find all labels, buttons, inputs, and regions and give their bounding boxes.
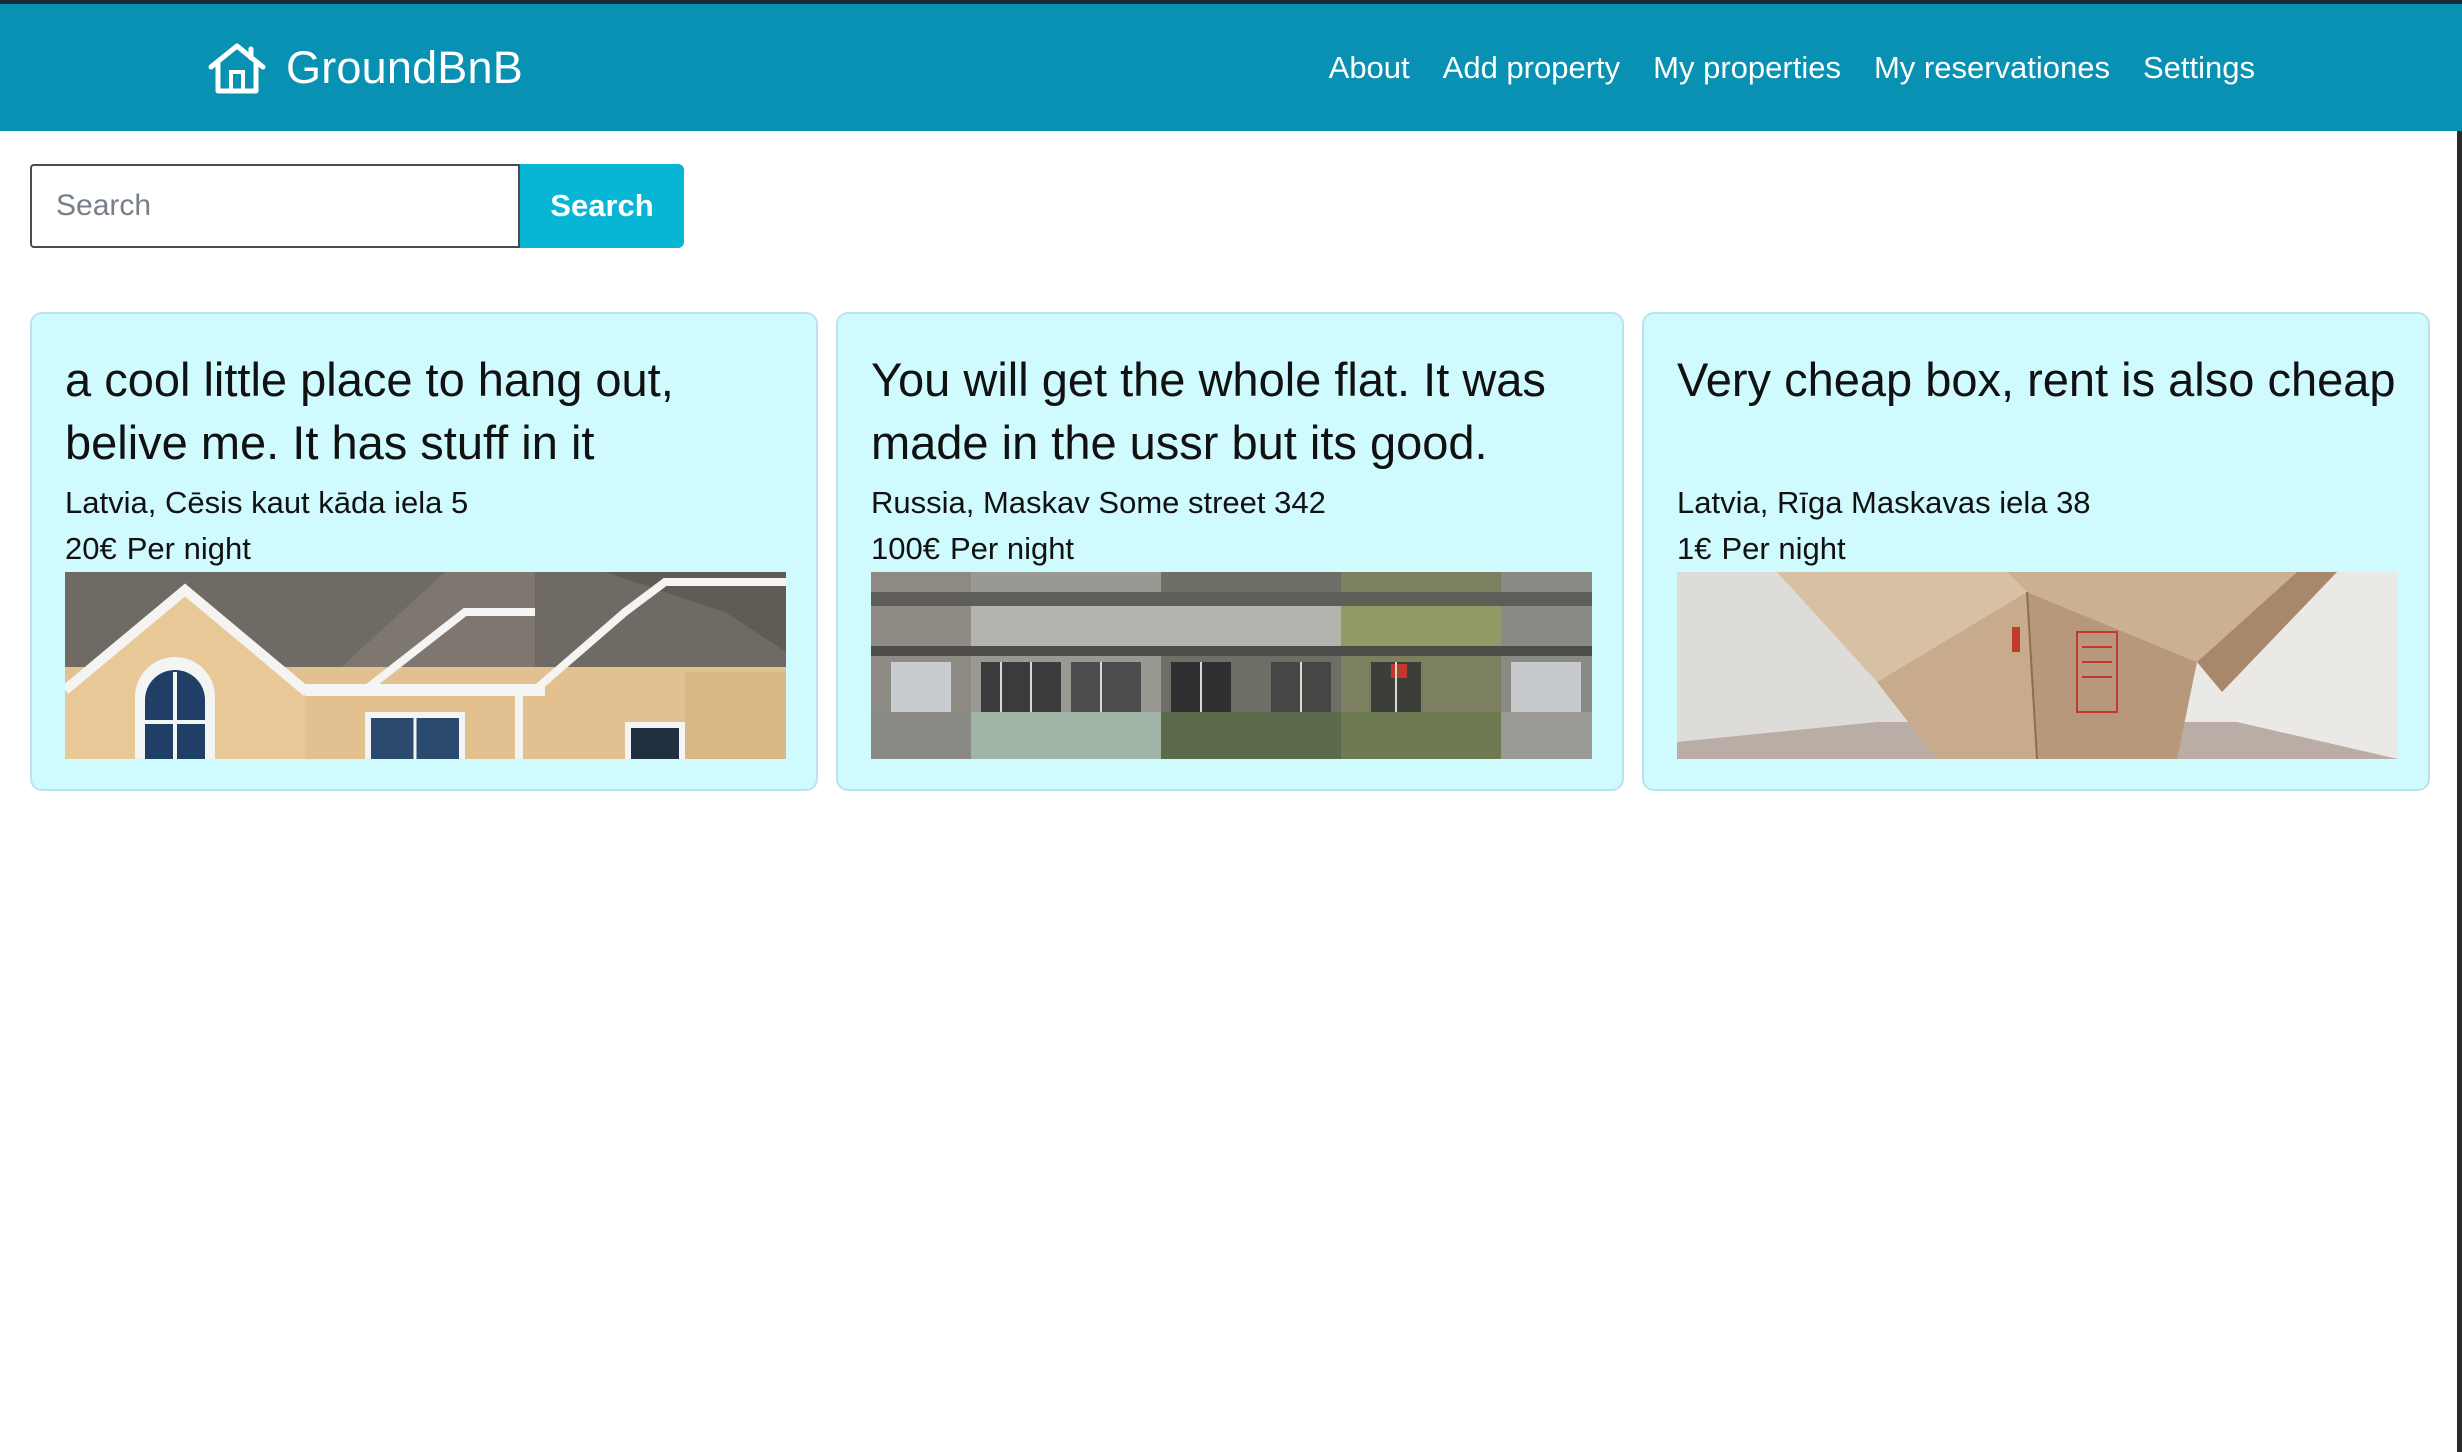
listing-price: 20€ Per night xyxy=(65,526,784,572)
listing-address: Russia, Maskav Some street 342 xyxy=(871,485,1326,520)
listing-grid: a cool little place to hang out, belive … xyxy=(30,312,2430,791)
nav-about[interactable]: About xyxy=(1329,50,1410,86)
price-unit: Per night xyxy=(1721,531,1846,566)
nav-settings[interactable]: Settings xyxy=(2143,50,2255,86)
house-photo xyxy=(65,572,786,759)
listing-address: Latvia, Rīga Maskavas iela 38 xyxy=(1677,485,2091,520)
listing-price: 100€ Per night xyxy=(871,526,1590,572)
search-input[interactable] xyxy=(30,164,520,248)
price-amount: 100€ xyxy=(871,531,940,566)
listing-title: a cool little place to hang out, belive … xyxy=(65,353,674,469)
nav-my-properties[interactable]: My properties xyxy=(1653,50,1841,86)
brand-link[interactable]: GroundBnB xyxy=(206,4,523,131)
search-button[interactable]: Search xyxy=(520,164,684,248)
price-unit: Per night xyxy=(126,531,251,566)
listing-card[interactable]: You will get the whole flat. It was made… xyxy=(836,312,1624,791)
price-amount: 1€ xyxy=(1677,531,1712,566)
price-amount: 20€ xyxy=(65,531,117,566)
navbar: GroundBnB About Add property My properti… xyxy=(0,4,2462,131)
cardboard-box-photo xyxy=(1677,572,2398,759)
listing-title: Very cheap box, rent is also cheap xyxy=(1677,353,2396,406)
window-right-border xyxy=(2457,131,2462,1452)
nav-my-reservations[interactable]: My reservationes xyxy=(1874,50,2110,86)
listing-price: 1€ Per night xyxy=(1677,526,2396,572)
listing-title: You will get the whole flat. It was made… xyxy=(871,353,1546,469)
search-bar: Search xyxy=(30,164,684,248)
brand-name: GroundBnB xyxy=(286,41,523,93)
apartment-block-photo xyxy=(871,572,1592,759)
listing-card[interactable]: a cool little place to hang out, belive … xyxy=(30,312,818,791)
price-unit: Per night xyxy=(949,531,1075,566)
nav-add-property[interactable]: Add property xyxy=(1443,50,1621,86)
nav-links: About Add property My properties My rese… xyxy=(1296,4,2255,131)
listing-address: Latvia, Cēsis kaut kāda iela 5 xyxy=(65,485,469,520)
listing-card[interactable]: Very cheap box, rent is also cheap Latvi… xyxy=(1642,312,2430,791)
house-icon xyxy=(206,41,268,95)
